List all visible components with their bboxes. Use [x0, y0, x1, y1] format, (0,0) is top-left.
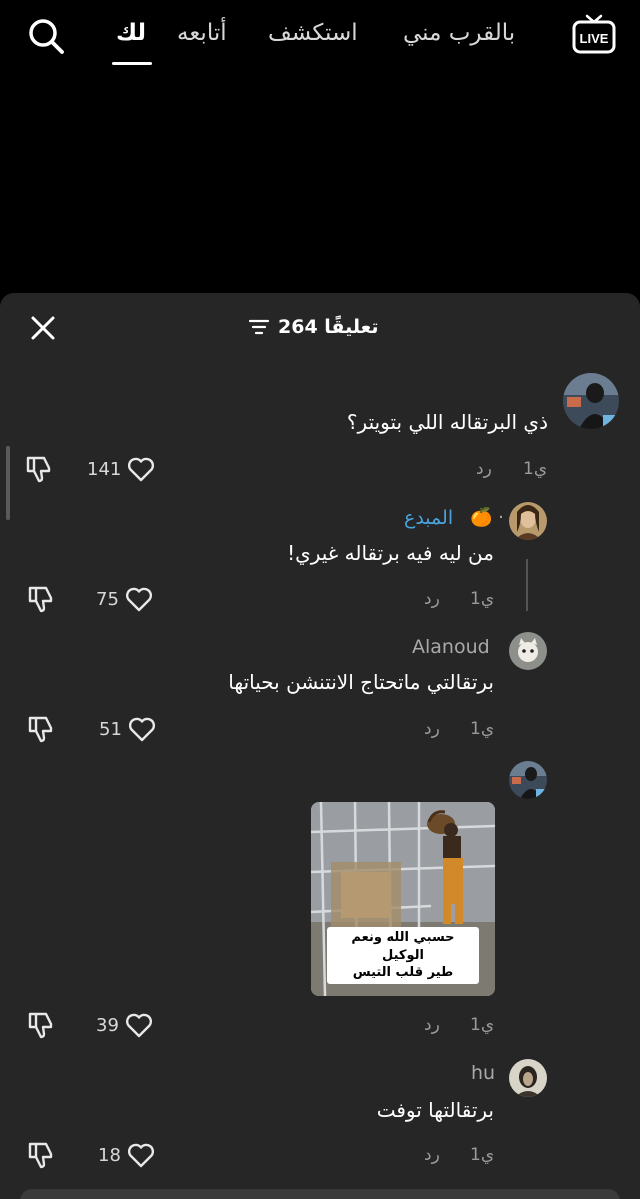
filter-icon[interactable] — [248, 318, 270, 336]
like-button[interactable]: 75 — [96, 586, 153, 612]
top-navigation: لك أتابعه استكشف بالقرب مني LIVE — [0, 0, 640, 75]
dislike-icon[interactable] — [26, 1140, 56, 1170]
caption-line-2: طير قلب التيس — [352, 965, 454, 981]
comment-text: برتقالتها توفت — [376, 1098, 494, 1122]
dislike-icon[interactable] — [26, 1010, 56, 1040]
sheet-header: 264 تعليقًا — [0, 293, 640, 361]
dislike-icon[interactable] — [26, 584, 56, 614]
comment-reply[interactable]: رد — [424, 1015, 440, 1035]
tab-for-you[interactable]: لك — [116, 20, 146, 46]
comment-text: ذي البرتقاله اللي بتويتر؟ — [346, 410, 548, 434]
comment-time: 1ي — [470, 1145, 495, 1165]
like-count: 39 — [96, 1014, 119, 1036]
avatar[interactable] — [509, 761, 547, 799]
dislike-icon[interactable] — [24, 454, 54, 484]
heart-icon — [128, 457, 155, 482]
like-button[interactable]: 51 — [99, 716, 156, 742]
tab-following[interactable]: أتابعه — [177, 20, 227, 46]
comment-reply[interactable]: رد — [424, 1145, 440, 1165]
like-button[interactable]: 141 — [87, 456, 155, 482]
avatar[interactable] — [509, 502, 547, 540]
thread-line — [526, 559, 528, 611]
heart-icon — [125, 587, 152, 612]
like-count: 18 — [98, 1144, 121, 1166]
avatar[interactable] — [509, 632, 547, 670]
like-button[interactable]: 39 — [96, 1012, 153, 1038]
comment-username[interactable]: Alanoud — [412, 636, 490, 658]
search-icon[interactable] — [26, 16, 66, 56]
live-label: LIVE — [580, 31, 609, 46]
scrollbar[interactable] — [6, 446, 10, 520]
comment-time: 1ي — [523, 459, 548, 479]
tab-explore[interactable]: استكشف — [268, 20, 358, 46]
comment-reply[interactable]: رد — [476, 459, 492, 479]
tab-nearby[interactable]: بالقرب مني — [403, 20, 515, 46]
like-button[interactable]: 18 — [98, 1142, 155, 1168]
avatar[interactable] — [563, 373, 619, 429]
comment-time: 1ي — [470, 1015, 495, 1035]
image-caption: حسبي الله ونعم الوكيل طير قلب التيس — [327, 927, 479, 984]
heart-icon — [127, 1143, 154, 1168]
comment-count-label: 264 تعليقًا — [278, 316, 379, 338]
active-tab-indicator — [112, 62, 152, 65]
comment-time: 1ي — [470, 589, 495, 609]
comment-count[interactable]: 264 تعليقًا — [248, 315, 378, 339]
comment-reply[interactable]: رد — [424, 719, 440, 739]
avatar[interactable] — [509, 1059, 547, 1097]
comments-sheet: 264 تعليقًا ذي البرتقاله اللي بتويتر؟ رد… — [0, 293, 640, 1199]
like-count: 51 — [99, 718, 122, 740]
like-count: 75 — [96, 588, 119, 610]
comment-username[interactable]: hu — [471, 1062, 495, 1084]
like-count: 141 — [87, 458, 122, 480]
comment-image[interactable]: حسبي الله ونعم الوكيل طير قلب التيس — [311, 802, 495, 996]
comment-reply[interactable]: رد — [424, 589, 440, 609]
comment-username[interactable]: المبدع — [404, 507, 453, 529]
live-icon[interactable]: LIVE — [571, 12, 617, 56]
heart-icon — [125, 1013, 152, 1038]
comment-text: من ليه فيه برتقاله غيري! — [287, 541, 494, 565]
comment-time: 1ي — [470, 719, 495, 739]
heart-icon — [128, 717, 155, 742]
comment-input-bar[interactable] — [20, 1189, 620, 1199]
dislike-icon[interactable] — [26, 714, 56, 744]
caption-line-1: حسبي الله ونعم الوكيل — [351, 930, 455, 963]
comment-text: برتقالتي ماتحتاج الانتنشن بحياتها — [228, 670, 494, 694]
comment-badge: 🍊 · — [470, 507, 504, 528]
close-icon[interactable] — [28, 313, 58, 343]
